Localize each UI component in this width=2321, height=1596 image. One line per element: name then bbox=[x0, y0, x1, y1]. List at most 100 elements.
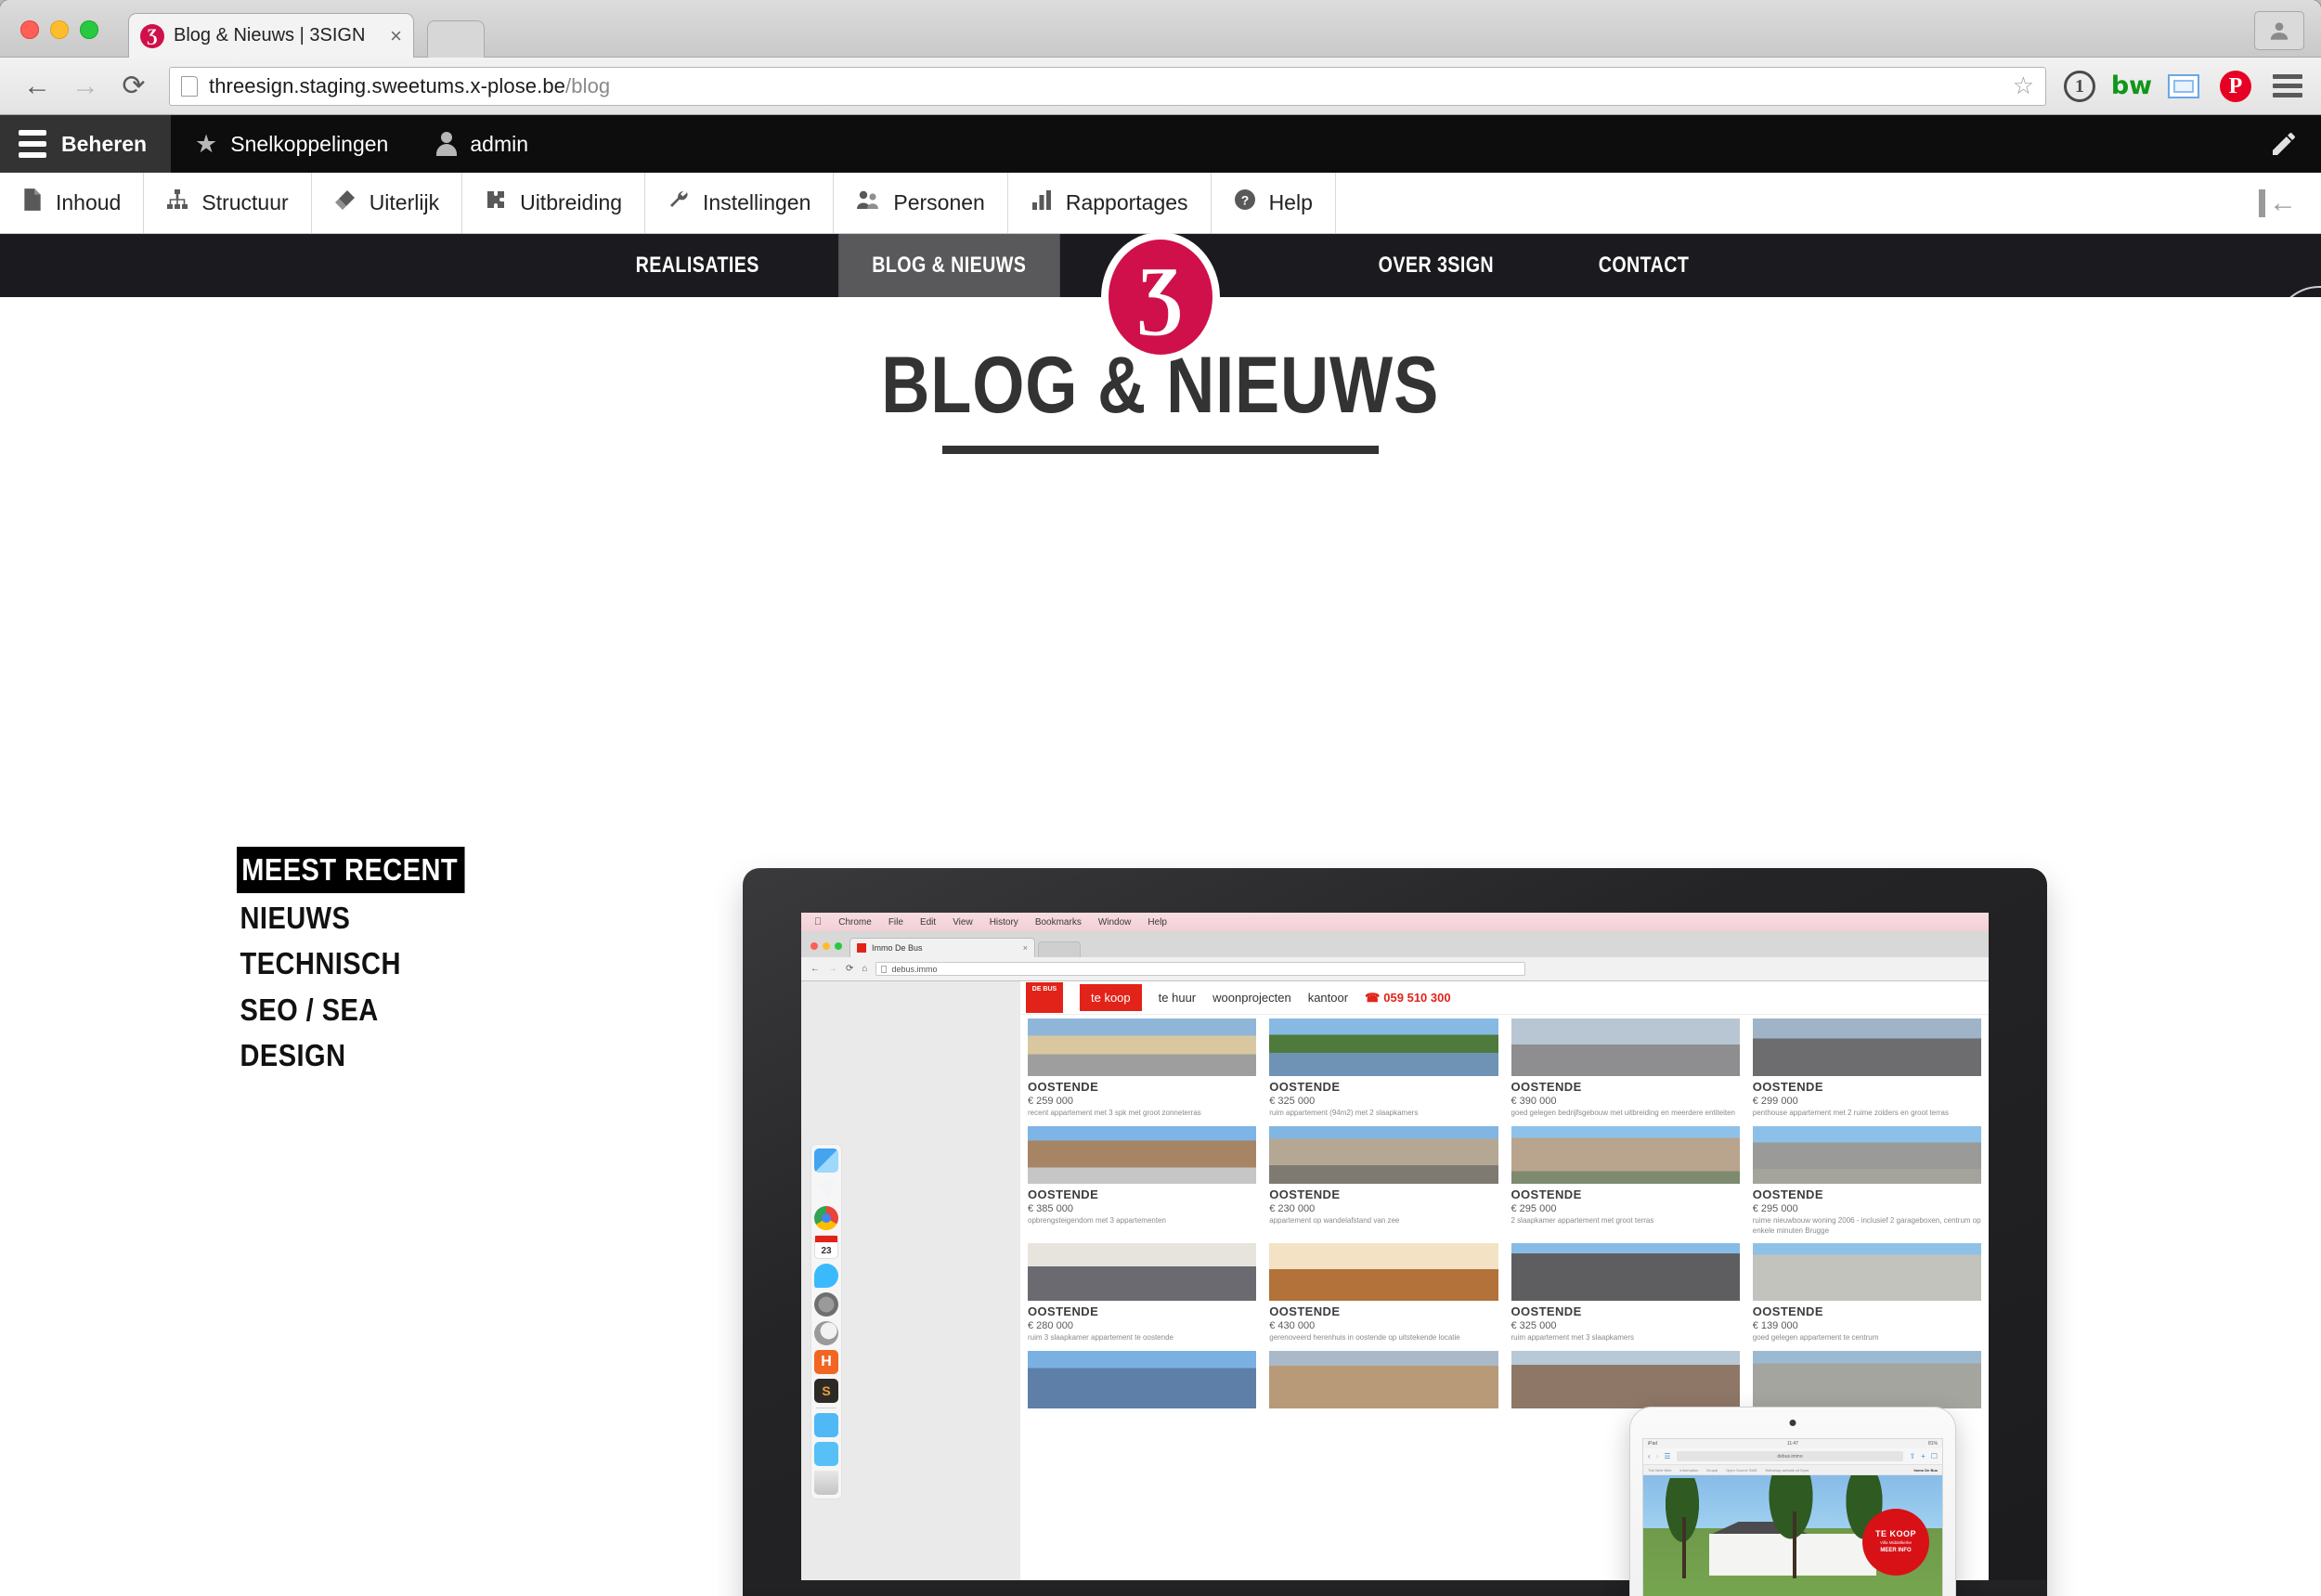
tab-label: Uitbreiding bbox=[520, 190, 623, 214]
listing-city: OOSTENDE bbox=[1028, 1080, 1099, 1094]
filter-meest-recent[interactable]: MEEST RECENT bbox=[237, 847, 465, 893]
tab-inhoud[interactable]: Inhoud bbox=[0, 173, 145, 233]
bitwarden-icon[interactable]: bw bbox=[2111, 70, 2152, 103]
status-time: 11:47 bbox=[1786, 1441, 1799, 1447]
messages-icon bbox=[814, 1264, 838, 1288]
title-underline bbox=[942, 446, 1379, 454]
inner-forward-icon: → bbox=[828, 964, 837, 974]
mac-menu-bar:  Chrome File Edit View History Bookmark… bbox=[801, 913, 1989, 931]
listing-thumb bbox=[1752, 1019, 1981, 1076]
logo-letter: Ʒ bbox=[1138, 252, 1183, 336]
reload-button[interactable]: ⟳ bbox=[113, 66, 154, 107]
paintbrush-icon bbox=[334, 188, 357, 217]
listing-card: OOSTENDE € 280 000 ruim 3 slaapkamer app… bbox=[1028, 1243, 1257, 1343]
tab-help[interactable]: ? Help bbox=[1212, 173, 1336, 233]
nav-blog-nieuws[interactable]: BLOG & NIEUWS bbox=[837, 234, 1059, 297]
tab-rapportages[interactable]: Rapportages bbox=[1008, 173, 1212, 233]
listing-thumb bbox=[1028, 1243, 1257, 1302]
filter-nieuws[interactable]: NIEUWS bbox=[237, 897, 354, 940]
ipad-status-bar: iPad 11:47 81% bbox=[1643, 1439, 1942, 1448]
filter-technisch[interactable]: TECHNISCH bbox=[237, 942, 404, 985]
apple-icon:  bbox=[814, 916, 822, 928]
tab-label: Instellingen bbox=[703, 190, 811, 214]
filter-design[interactable]: DESIGN bbox=[237, 1034, 349, 1077]
calendar-icon: 23 bbox=[814, 1235, 838, 1259]
listing-city: OOSTENDE bbox=[1269, 1187, 1341, 1201]
listing-thumb bbox=[1028, 1019, 1257, 1076]
phone-icon: ☎ bbox=[1365, 990, 1381, 1005]
menu-file: File bbox=[880, 916, 903, 928]
close-icon[interactable]: × bbox=[390, 24, 402, 48]
3sign-logo-icon[interactable]: Ʒ bbox=[1109, 240, 1212, 355]
close-window-button[interactable] bbox=[20, 20, 39, 39]
listing-thumb bbox=[1269, 1125, 1498, 1184]
desktop-wallpaper-area: 23 H S bbox=[801, 981, 1020, 1580]
back-button[interactable]: ← bbox=[17, 66, 58, 107]
pencil-icon[interactable] bbox=[2269, 129, 2299, 159]
minimize-window-button[interactable] bbox=[50, 20, 69, 39]
ipad-hero-image: TE KOOP Villa Middelkerke MEER INFO bbox=[1643, 1475, 1942, 1596]
tab-label: Personen bbox=[893, 190, 985, 214]
chrome-icon bbox=[814, 1206, 838, 1230]
hero-tree-trunk bbox=[1681, 1517, 1686, 1578]
nav-realisaties[interactable]: REALISATIES bbox=[603, 234, 793, 297]
settings-icon bbox=[814, 1292, 838, 1317]
bookmark-star-icon[interactable]: ☆ bbox=[2013, 71, 2034, 100]
listing-city: OOSTENDE bbox=[1752, 1304, 1823, 1319]
inner-home-icon: ⌂ bbox=[862, 964, 868, 974]
ipad-forward-icon: › bbox=[1655, 1452, 1659, 1460]
nav-contact[interactable]: CONTACT bbox=[1564, 234, 1722, 297]
forward-button[interactable]: → bbox=[65, 66, 106, 107]
profile-button[interactable] bbox=[2254, 11, 2304, 50]
browser-tab[interactable]: Blog & Nieuws | 3SIGN × bbox=[128, 13, 414, 58]
listing-city: OOSTENDE bbox=[1752, 1187, 1823, 1201]
listing-price: € 295 000 bbox=[1511, 1202, 1557, 1214]
svg-text:?: ? bbox=[1240, 193, 1249, 208]
fav-item: Drupal bbox=[1706, 1467, 1718, 1473]
filter-seo-sea[interactable]: SEO / SEA bbox=[237, 989, 382, 1032]
tab-instellingen[interactable]: Instellingen bbox=[645, 173, 835, 233]
close-icon: × bbox=[1022, 943, 1028, 953]
3sign-logo-icon bbox=[140, 23, 164, 48]
photos-icon bbox=[814, 1413, 838, 1437]
window-controls[interactable] bbox=[20, 20, 98, 39]
pinterest-icon[interactable]: P bbox=[2219, 70, 2252, 103]
inner-browser-tabstrip: Immo De Bus × bbox=[801, 931, 1989, 957]
new-tab-button[interactable] bbox=[427, 20, 485, 58]
tablet-camera-icon bbox=[1789, 1420, 1796, 1426]
inner-url-input: debus.immo bbox=[875, 962, 1526, 976]
tab-personen[interactable]: Personen bbox=[834, 173, 1008, 233]
nav-over-3sign[interactable]: OVER 3SIGN bbox=[1345, 234, 1528, 297]
user-avatar-icon bbox=[2270, 22, 2289, 40]
collapse-toolbar-icon[interactable]: ← bbox=[2259, 188, 2297, 217]
screen-capture-icon[interactable] bbox=[2167, 70, 2200, 103]
listing-city: OOSTENDE bbox=[1511, 1080, 1582, 1094]
blog-post-featured-image[interactable]:  Chrome File Edit View History Bookmark… bbox=[743, 868, 2061, 1596]
badge-line-1: TE KOOP bbox=[1874, 1529, 1916, 1539]
tab-label: Inhoud bbox=[56, 190, 122, 214]
tab-uiterlijk[interactable]: Uiterlijk bbox=[312, 173, 463, 233]
fav-item: information bbox=[1679, 1467, 1699, 1473]
star-icon: ★ bbox=[195, 129, 218, 158]
tab-label: Rapportages bbox=[1065, 190, 1188, 214]
immo-nav-te-huur: te huur bbox=[1158, 991, 1197, 1005]
1password-icon[interactable]: 1 bbox=[2063, 70, 2096, 103]
admin-item-account[interactable]: admin bbox=[412, 115, 552, 173]
status-battery: 81% bbox=[1927, 1441, 1938, 1447]
tab-structuur[interactable]: Structuur bbox=[144, 173, 312, 233]
tab-uitbreiding[interactable]: Uitbreiding bbox=[462, 173, 646, 233]
extension-toolbar: 1 bw P bbox=[2063, 70, 2304, 103]
page-info-icon[interactable] bbox=[181, 75, 198, 97]
address-input[interactable]: threesign.staging.sweetums.x-plose.be/bl… bbox=[169, 66, 2046, 106]
admin-menu-toggle[interactable]: Beheren bbox=[0, 115, 172, 173]
maximize-window-button[interactable] bbox=[80, 20, 98, 39]
hero-tree bbox=[1762, 1475, 1819, 1551]
listing-card bbox=[1269, 1351, 1498, 1409]
page-title: BLOG & NIEUWS bbox=[881, 341, 1440, 430]
listing-price: € 385 000 bbox=[1028, 1202, 1073, 1214]
inner-window-controls bbox=[810, 942, 849, 957]
hero-tree-trunk bbox=[1793, 1512, 1796, 1578]
wrench-icon bbox=[668, 188, 690, 217]
chrome-menu-icon[interactable] bbox=[2271, 70, 2304, 103]
admin-item-shortcuts[interactable]: ★ Snelkoppelingen bbox=[171, 115, 412, 173]
